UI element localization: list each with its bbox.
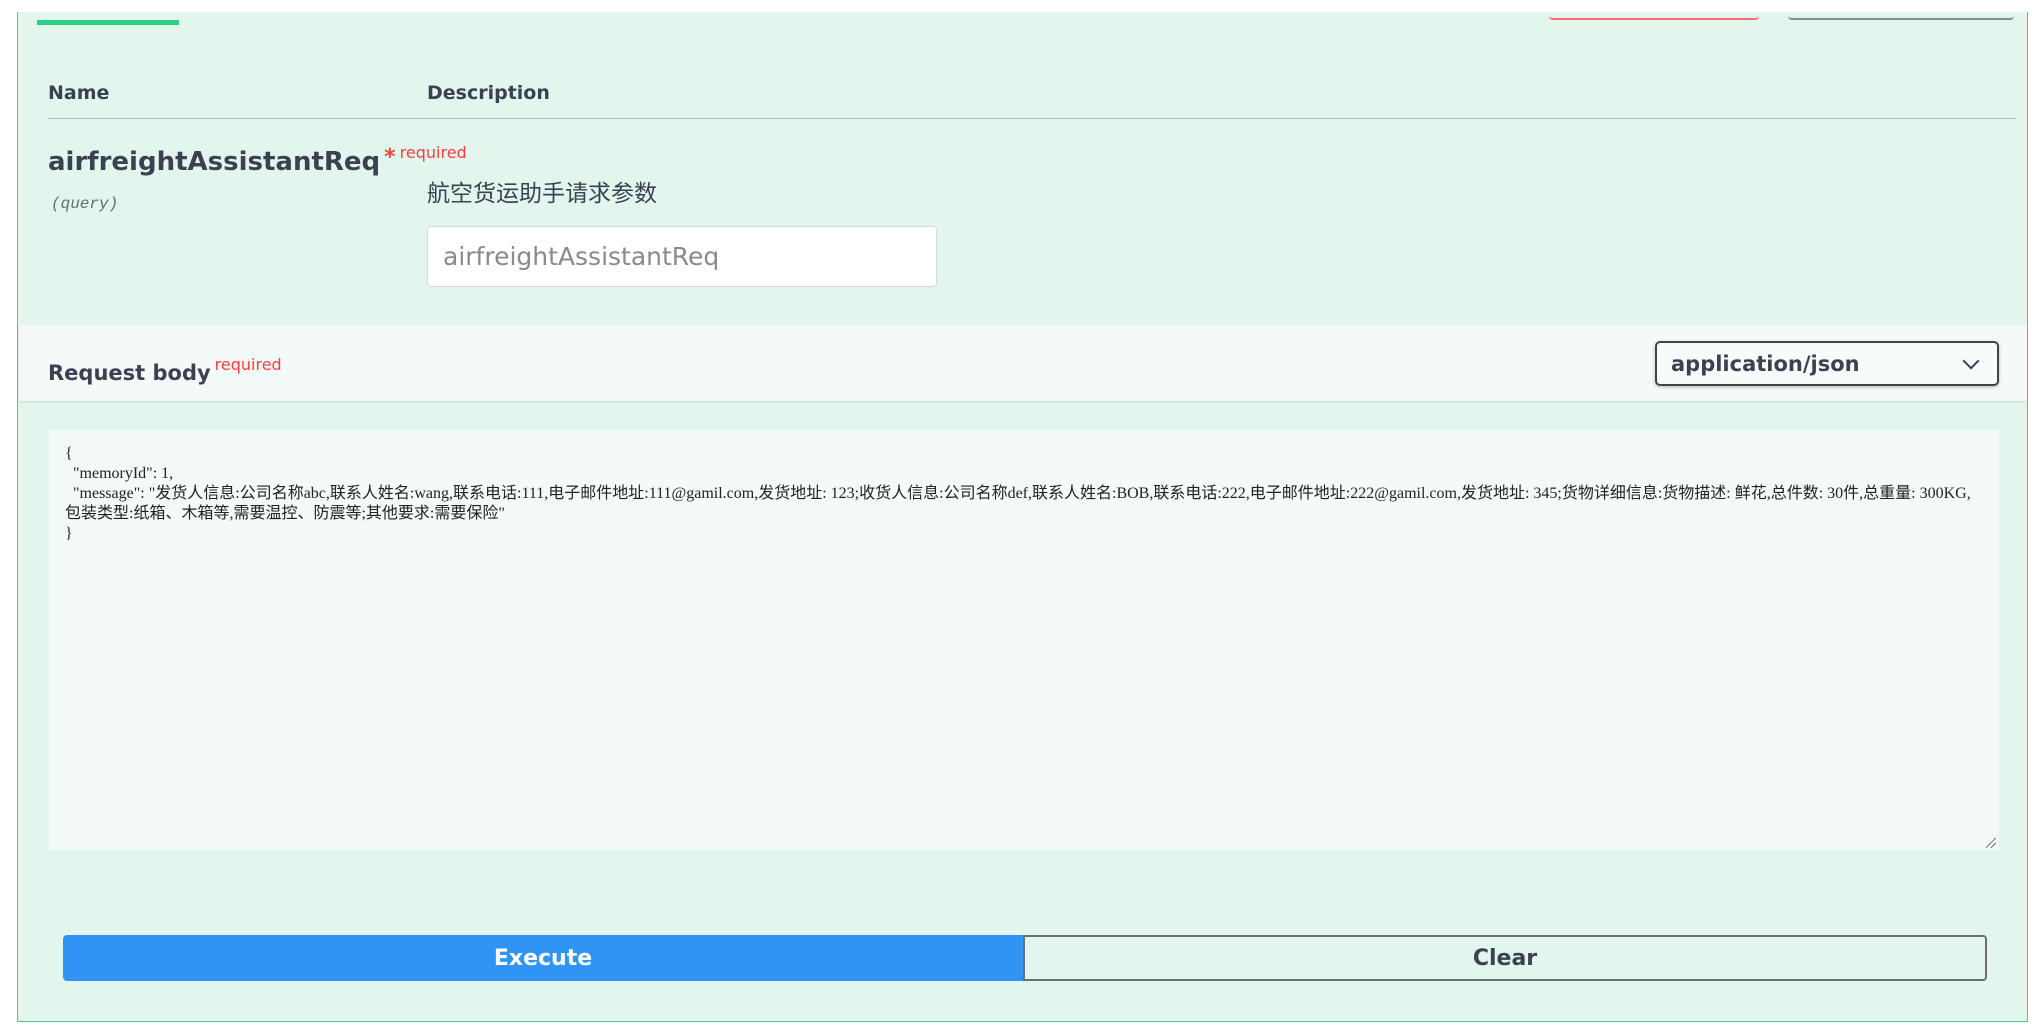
parameter-location: (query): [51, 195, 119, 213]
cancel-button-edge[interactable]: [1549, 2, 1759, 20]
action-buttons: Execute Clear: [63, 935, 1987, 981]
header-divider: [48, 118, 2016, 119]
parameter-input[interactable]: [427, 226, 937, 287]
resize-handle-icon[interactable]: [1986, 838, 1996, 848]
description-column-header: Description: [427, 82, 550, 104]
clear-button[interactable]: Clear: [1023, 935, 1987, 981]
request-body-title-text: Request body: [48, 361, 211, 385]
request-body-title: Request body required: [48, 355, 282, 385]
required-star: *: [384, 145, 396, 170]
name-column-header: Name: [48, 82, 110, 104]
parameter-name-text: airfreightAssistantReq: [48, 147, 381, 177]
request-body-editor[interactable]: { "memoryId": 1, "message": "发货人信息:公司名称a…: [49, 430, 1999, 850]
request-body-required-label: required: [214, 355, 282, 374]
parameter-name: airfreightAssistantReq * required: [48, 143, 467, 177]
try-out-button-edge[interactable]: [1788, 2, 2014, 20]
content-type-select[interactable]: application/json: [1655, 341, 1999, 386]
parameter-description: 航空货运助手请求参数: [427, 181, 657, 207]
content-type-value: application/json: [1671, 351, 1860, 376]
operation-block: Name Description airfreightAssistantReq *…: [17, 12, 2028, 1022]
active-tab-indicator: [37, 20, 179, 25]
chevron-down-icon: [1962, 352, 1980, 369]
execute-button[interactable]: Execute: [63, 935, 1023, 981]
required-label: required: [399, 143, 467, 162]
